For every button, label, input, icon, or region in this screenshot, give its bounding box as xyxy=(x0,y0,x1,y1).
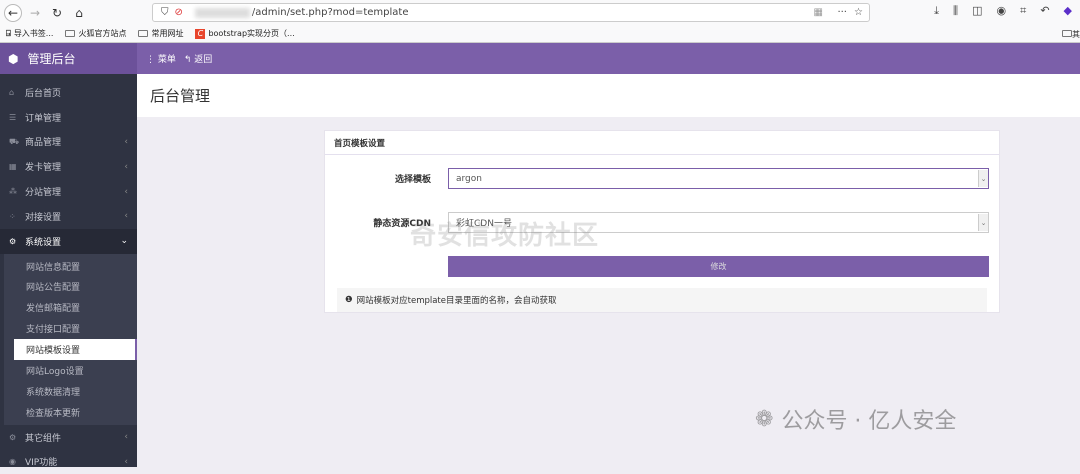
star-icon[interactable]: ☆ xyxy=(854,7,863,18)
back-link[interactable]: ↰ 返回 xyxy=(184,52,212,65)
url-text: /admin/set.php?mod=template xyxy=(252,7,409,18)
gear-icon: ⚙ xyxy=(9,237,25,246)
account-icon[interactable]: ◉ xyxy=(997,4,1007,18)
info-icon: ❶ xyxy=(345,295,353,305)
watermark: 奇安信攻防社区 xyxy=(410,215,599,252)
sidebar-item-orders[interactable]: ☰订单管理 xyxy=(0,105,137,130)
page-title: 后台管理 xyxy=(137,74,1080,117)
extension-icon[interactable]: ◆ xyxy=(1064,4,1072,18)
bookmark-other[interactable]: 其 xyxy=(1062,29,1080,40)
sidebar-item-system[interactable]: ⚙系统设置⌄ xyxy=(0,229,137,254)
chevron-down-icon: ⌄ xyxy=(978,170,988,187)
sidebar-item-home[interactable]: ⌂后台首页 xyxy=(0,80,137,105)
browser-chrome: ← → ↻ ⌂ ⛉ ⊘ /admin/set.php?mod=template … xyxy=(0,0,1080,43)
qr-icon[interactable]: ▦ xyxy=(814,7,823,18)
forward-button[interactable]: → xyxy=(26,4,44,22)
sidebar-icon[interactable]: ◫ xyxy=(972,4,982,18)
home-button[interactable]: ⌂ xyxy=(70,4,88,22)
folder-icon xyxy=(65,30,75,37)
submenu-announcement[interactable]: 网站公告配置 xyxy=(4,276,137,297)
submenu-template[interactable]: 网站模板设置 xyxy=(14,339,137,360)
reload-button[interactable]: ↻ xyxy=(48,4,66,22)
folder-icon xyxy=(138,30,148,37)
download-icon[interactable]: ⤓ xyxy=(934,4,939,18)
sidebar-item-vip[interactable]: ◉VIP功能‹ xyxy=(0,450,137,474)
submenu-site-info[interactable]: 网站信息配置 xyxy=(4,256,137,277)
bookmark-firefox[interactable]: 火狐官方站点 xyxy=(65,28,126,39)
watermark-wechat: ❁公众号 · 亿人安全 xyxy=(755,403,956,435)
submit-button[interactable]: 修改 xyxy=(448,256,989,277)
submenu-cleanup[interactable]: 系统数据清理 xyxy=(4,381,137,402)
back-button[interactable]: ← xyxy=(4,4,22,22)
cube-icon: ⬢ xyxy=(8,52,18,66)
card-title: 首页模板设置 xyxy=(325,131,999,155)
system-submenu: 网站信息配置 网站公告配置 发信邮箱配置 支付接口配置 网站模板设置 网站Log… xyxy=(0,254,137,425)
template-select[interactable]: argon⌄ xyxy=(448,168,989,189)
shield-icon: ⛉ xyxy=(161,7,169,18)
more-icon[interactable]: ··· xyxy=(837,7,847,18)
wechat-icon: ❁ xyxy=(755,407,773,432)
crop-icon[interactable]: ⌗ xyxy=(1020,4,1026,18)
address-bar[interactable]: ⛉ ⊘ /admin/set.php?mod=template ▦ ··· ☆ xyxy=(152,3,870,22)
grid-icon: ▦ xyxy=(9,162,25,171)
user-icon: ◉ xyxy=(9,457,25,466)
site-icon: C xyxy=(195,29,205,39)
bookmark-common[interactable]: 常用网址 xyxy=(138,28,183,39)
submenu-mail[interactable]: 发信邮箱配置 xyxy=(4,297,137,318)
library-icon[interactable]: ⫼ xyxy=(953,4,958,18)
top-navbar: ⬢ 管理后台 ⋮ 菜单 ↰ 返回 xyxy=(0,43,1080,74)
sidebar-item-other[interactable]: ⚙其它组件‹ xyxy=(0,425,137,450)
list-icon: ☰ xyxy=(9,113,25,122)
sidebar-item-substations[interactable]: ⁂分站管理‹ xyxy=(0,179,137,204)
brand[interactable]: ⬢ 管理后台 xyxy=(0,43,137,74)
template-label: 选择模板 xyxy=(325,172,431,185)
bookmark-import[interactable]: ⍈导入书签... xyxy=(6,28,53,39)
brand-title: 管理后台 xyxy=(27,50,75,67)
bookmark-bootstrap[interactable]: Cbootstrap实现分页（... xyxy=(195,28,294,39)
sidebar-item-docking[interactable]: ⁘对接设置‹ xyxy=(0,204,137,229)
submenu-logo[interactable]: 网站Logo设置 xyxy=(4,360,137,381)
sidebar: ⌂后台首页 ☰订单管理 ⛟商品管理‹ ▦发卡管理‹ ⁂分站管理‹ ⁘对接设置‹ … xyxy=(0,74,137,467)
chevron-down-icon: ⌄ xyxy=(978,214,988,231)
info-note: ❶网站模板对应template目录里面的名称，会自动获取 xyxy=(337,288,987,312)
gears-icon: ⚙ xyxy=(9,433,25,442)
submenu-update[interactable]: 检查版本更新 xyxy=(4,402,137,423)
bookmarks-bar: ⍈导入书签... 火狐官方站点 常用网址 Cbootstrap实现分页（... xyxy=(6,25,295,42)
insecure-icon: ⊘ xyxy=(175,7,183,18)
home-icon: ⌂ xyxy=(9,88,25,97)
cart-icon: ⛟ xyxy=(9,137,25,147)
menu-button[interactable]: ⋮ 菜单 xyxy=(146,52,176,65)
submenu-payment[interactable]: 支付接口配置 xyxy=(4,318,137,339)
sitemap-icon: ⁂ xyxy=(9,187,25,196)
sidebar-item-products[interactable]: ⛟商品管理‹ xyxy=(0,130,137,155)
sidebar-item-cards[interactable]: ▦发卡管理‹ xyxy=(0,154,137,179)
undo-icon[interactable]: ↶ xyxy=(1040,4,1049,18)
cubes-icon: ⁘ xyxy=(9,212,25,221)
